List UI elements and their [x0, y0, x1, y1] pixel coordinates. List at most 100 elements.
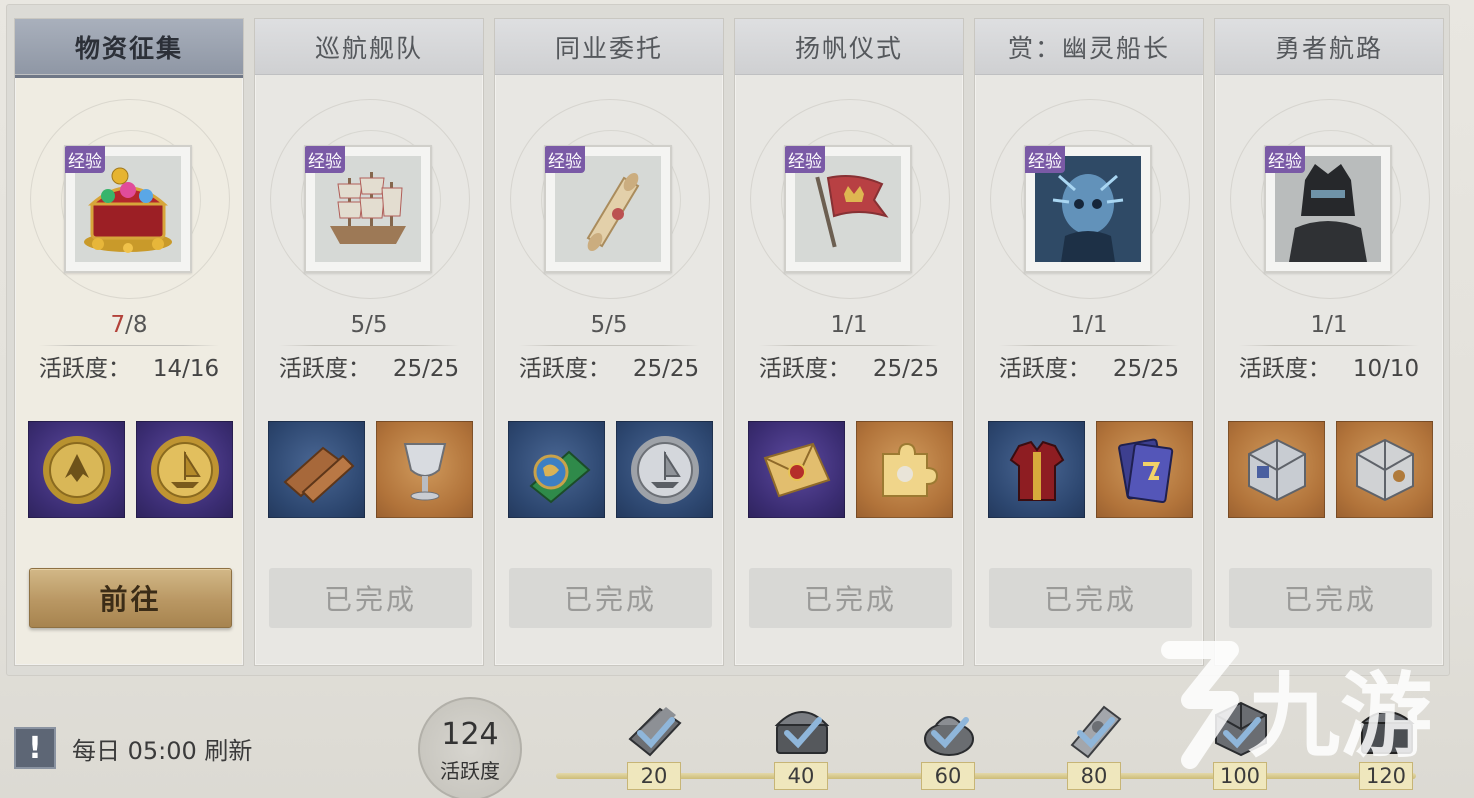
globe-map-icon[interactable] — [508, 421, 605, 518]
milestone-label: 60 — [921, 762, 975, 790]
activity-value: 14/16 — [152, 356, 220, 382]
milestone-120[interactable]: 120 — [1352, 695, 1422, 798]
divider — [279, 345, 459, 346]
alert-icon[interactable]: ! — [14, 727, 56, 769]
divider — [1239, 345, 1419, 346]
exp-badge: 经验 — [305, 146, 345, 173]
divider — [999, 345, 1179, 346]
puzzle-piece-icon[interactable] — [856, 421, 953, 518]
milestone-60[interactable]: 60 — [914, 695, 984, 798]
task-title: 巡航舰队 — [255, 19, 483, 75]
milestone-label: 120 — [1359, 762, 1413, 790]
sealed-letter-icon[interactable] — [748, 421, 845, 518]
refresh-text: 每日 05:00 刷新 — [72, 736, 253, 765]
task-progress: 1/1 — [1215, 312, 1443, 338]
progress-current: 1 — [1310, 312, 1326, 338]
progress-total: /5 — [605, 312, 628, 338]
task-icon-frame[interactable]: 经验 — [544, 145, 672, 273]
guild-emblem-coin-icon[interactable] — [28, 421, 125, 518]
reward-list — [988, 421, 1194, 519]
completed-button[interactable]: 已完成 — [509, 568, 712, 628]
task-card-tongye[interactable]: 同业委托 经验 5/5 活跃度： 25/25 已完成 — [494, 18, 724, 666]
progress-total: /5 — [365, 312, 388, 338]
task-title: 同业委托 — [495, 19, 723, 75]
task-card-youling[interactable]: 赏：幽灵船长 经验 1/1 活跃度： 25/25 已完成 — [974, 18, 1204, 666]
progress-current: 1 — [830, 312, 846, 338]
task-icon-frame[interactable]: 经验 — [1264, 145, 1392, 273]
task-title: 勇者航路 — [1215, 19, 1443, 75]
activity-total: 124 活跃度 — [418, 697, 522, 798]
milestone-100[interactable]: 100 — [1206, 695, 1276, 798]
completed-button[interactable]: 已完成 — [749, 568, 952, 628]
silver-ship-coin-icon[interactable] — [616, 421, 713, 518]
task-activity: 活跃度： 25/25 — [975, 349, 1203, 383]
red-armor-icon[interactable] — [988, 421, 1085, 518]
activity-label: 活跃度： — [38, 356, 131, 382]
activity-label: 活跃度： — [758, 356, 851, 382]
card-pack-icon[interactable] — [1096, 421, 1193, 518]
task-title: 扬帆仪式 — [735, 19, 963, 75]
task-icon-frame[interactable]: 经验 — [304, 145, 432, 273]
task-cards: 物资征集 经验 7/8 活跃度： 14/16 前往 巡航舰队 经验 5/5 活跃… — [14, 18, 1444, 666]
task-icon-frame[interactable]: 经验 — [64, 145, 192, 273]
wood-planks-icon[interactable] — [268, 421, 365, 518]
check-icon — [1077, 717, 1115, 749]
activity-value: 25/25 — [872, 356, 940, 382]
silver-goblet-icon[interactable] — [376, 421, 473, 518]
task-card-xunhang[interactable]: 巡航舰队 经验 5/5 活跃度： 25/25 已完成 — [254, 18, 484, 666]
exp-badge: 经验 — [545, 146, 585, 173]
task-activity: 活跃度： 10/10 — [1215, 349, 1443, 383]
milestone-label: 80 — [1067, 762, 1121, 790]
activity-value: 25/25 — [632, 356, 700, 382]
divider — [519, 345, 699, 346]
task-card-yangfan[interactable]: 扬帆仪式 经验 1/1 活跃度： 25/25 已完成 — [734, 18, 964, 666]
milestone-20[interactable]: 20 — [620, 695, 690, 798]
exp-badge: 经验 — [785, 146, 825, 173]
task-title: 物资征集 — [15, 19, 243, 75]
activity-label: 活跃度： — [278, 356, 371, 382]
exp-badge: 经验 — [1265, 146, 1305, 173]
task-icon-frame[interactable]: 经验 — [784, 145, 912, 273]
silver-cube-box-icon[interactable] — [1228, 421, 1325, 518]
reward-list — [28, 421, 234, 519]
silver-cube-box-icon[interactable] — [1336, 421, 1433, 518]
task-progress: 1/1 — [735, 312, 963, 338]
milestone-80[interactable]: 80 — [1060, 695, 1130, 798]
gold-ship-coin-icon[interactable] — [136, 421, 233, 518]
check-icon — [1223, 717, 1261, 749]
milestone-40[interactable]: 40 — [767, 695, 837, 798]
task-card-yongzhe[interactable]: 勇者航路 经验 1/1 活跃度： 10/10 已完成 — [1214, 18, 1444, 666]
check-icon — [931, 717, 969, 749]
activity-value: 25/25 — [1112, 356, 1180, 382]
completed-button[interactable]: 已完成 — [989, 568, 1192, 628]
task-activity: 活跃度： 25/25 — [735, 349, 963, 383]
progress-current: 7 — [110, 312, 126, 338]
task-activity: 活跃度： 25/25 — [255, 349, 483, 383]
task-icon-frame[interactable]: 经验 — [1024, 145, 1152, 273]
task-card-wuzi[interactable]: 物资征集 经验 7/8 活跃度： 14/16 前往 — [14, 18, 244, 666]
completed-button[interactable]: 已完成 — [1229, 568, 1432, 628]
activity-label: 活跃度： — [518, 356, 611, 382]
check-icon — [637, 717, 675, 749]
activity-value: 25/25 — [392, 356, 460, 382]
divider — [759, 345, 939, 346]
completed-button[interactable]: 已完成 — [269, 568, 472, 628]
milestone-label: 40 — [774, 762, 828, 790]
task-title: 赏：幽灵船长 — [975, 19, 1203, 75]
task-progress: 5/5 — [255, 312, 483, 338]
silver-chest-icon — [1359, 711, 1415, 754]
exp-badge: 经验 — [65, 146, 105, 173]
activity-total-value: 124 — [441, 717, 499, 752]
task-activity: 活跃度： 14/16 — [15, 349, 243, 383]
reward-list — [748, 421, 954, 519]
progress-current: 1 — [1070, 312, 1086, 338]
progress-total: /1 — [1085, 312, 1108, 338]
activity-value: 10/10 — [1352, 356, 1420, 382]
task-activity: 活跃度： 25/25 — [495, 349, 723, 383]
reward-list — [508, 421, 714, 519]
go-button[interactable]: 前往 — [29, 568, 232, 628]
task-progress: 7/8 — [15, 312, 243, 338]
progress-total: /1 — [845, 312, 868, 338]
divider — [39, 345, 219, 346]
reward-list — [268, 421, 474, 519]
